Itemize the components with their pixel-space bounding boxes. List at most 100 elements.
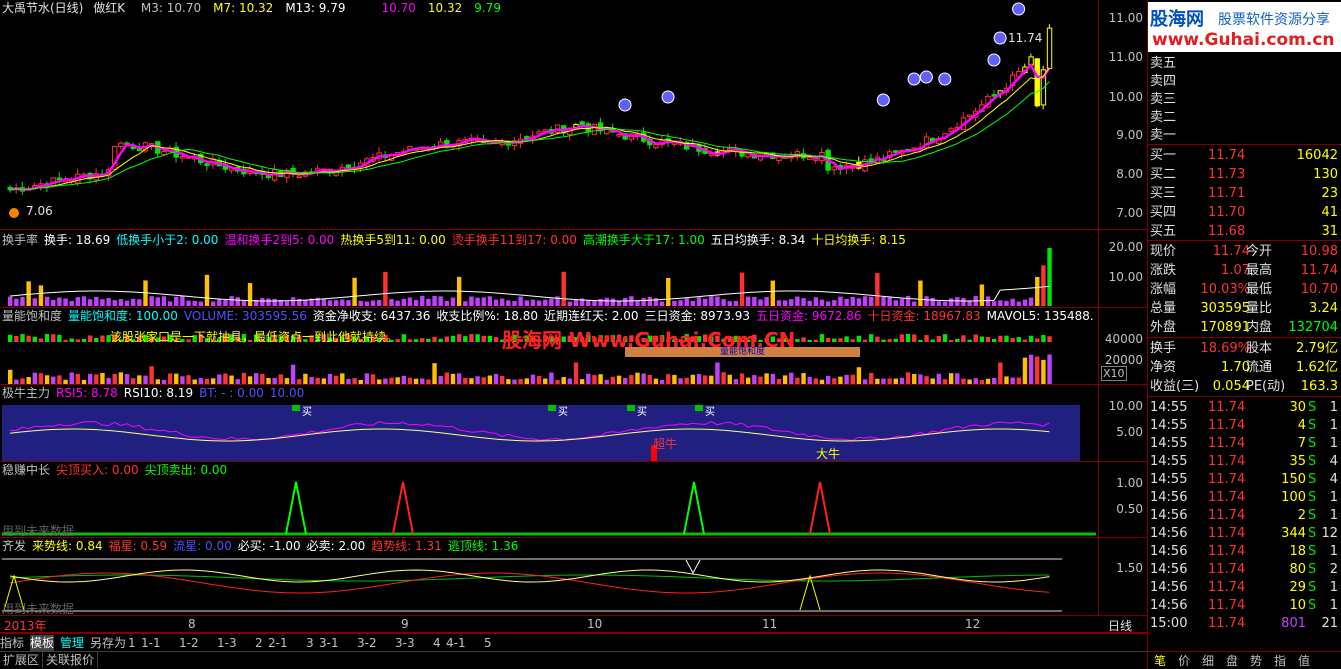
detail-tab-笔[interactable]: 笔 xyxy=(1154,653,1166,669)
detail-tab-盘[interactable]: 盘 xyxy=(1226,653,1238,669)
ma-value: M3: 10.70 xyxy=(140,1,202,15)
tab-模板[interactable]: 模板 xyxy=(30,635,55,651)
wz-spike xyxy=(809,481,831,535)
fund-bar xyxy=(893,338,898,342)
candle-body xyxy=(966,114,973,118)
face-icon xyxy=(919,70,933,84)
axis-tick: 8.00 xyxy=(1116,167,1143,181)
volume-bar xyxy=(727,374,732,384)
face-icon xyxy=(661,90,675,104)
candle-body xyxy=(118,142,124,148)
candle-body xyxy=(671,142,678,145)
turnover-bar xyxy=(44,296,50,306)
volume-bar xyxy=(746,377,751,384)
tab-1-2[interactable]: 1-2 xyxy=(179,635,199,651)
turnover-bar xyxy=(819,299,825,306)
tab-2-1[interactable]: 2-1 xyxy=(268,635,288,651)
x-axis: 2013年 8 9 10 11 12 日线 xyxy=(0,616,1147,633)
turnover-bar xyxy=(506,300,511,306)
detail-tab-指[interactable]: 指 xyxy=(1274,653,1286,669)
fund-bar xyxy=(844,336,849,342)
fund-bar xyxy=(973,334,978,342)
period-selector[interactable]: 日线 xyxy=(1108,617,1132,634)
axis-tick: 7.00 xyxy=(1116,206,1143,220)
turnover-panel[interactable]: 换手率 换手: 18.69 低换手小于2: 0.00 温和换手2到5: 0.00 热换手… xyxy=(0,230,1098,308)
fund-bar xyxy=(8,334,13,342)
extension-tab[interactable]: 扩展区 xyxy=(0,652,44,668)
fund-bar xyxy=(407,339,413,342)
volume-bar xyxy=(899,377,905,384)
turnover-bar xyxy=(217,298,222,306)
candle-body xyxy=(1034,58,1040,107)
volume-bar xyxy=(247,376,253,384)
kline-panel[interactable]: 大禹节水(日线) 做红K M3: 10.70 M7: 10.32 M13: 9.79… xyxy=(0,0,1098,230)
turnover-bar xyxy=(266,298,271,306)
candle-body xyxy=(616,133,622,137)
tab-4-1[interactable]: 4-1 xyxy=(446,635,466,651)
axis-tick: 11.00 xyxy=(1108,11,1143,25)
stock-title: 大禹节水(日线) xyxy=(2,1,84,15)
tab-指标[interactable]: 指标 xyxy=(0,635,24,651)
tab-3-2[interactable]: 3-2 xyxy=(357,635,377,651)
detail-tab-值[interactable]: 值 xyxy=(1298,653,1310,669)
volume-bar xyxy=(1022,357,1028,384)
volume-bar xyxy=(635,372,640,384)
volume-bar xyxy=(536,375,542,384)
turnover-bar xyxy=(340,299,345,306)
turnover-bar xyxy=(1041,265,1046,306)
turnover-bar xyxy=(641,298,646,306)
tab-3-1[interactable]: 3-1 xyxy=(319,635,339,651)
volume-bar xyxy=(696,374,702,384)
detail-tab-细[interactable]: 细 xyxy=(1202,653,1214,669)
tick-row: 14:56 11.74 2 S 1 xyxy=(1150,508,1338,523)
fund-bar xyxy=(401,334,406,342)
turnover-bar xyxy=(186,300,191,306)
tab-1[interactable]: 1 xyxy=(128,635,136,651)
turnover-bar xyxy=(598,298,603,306)
volume-panel[interactable]: 量能饱和度 量能饱和度: 100.00 VOLUME: 303595.56 资金净收支… xyxy=(0,308,1098,385)
rsi-panel[interactable]: 买 买 买 买 极牛主力 RSI5: 8.78 RSI10: 8.19 BT: - : 0.… xyxy=(0,385,1098,462)
x-label-year: 2013年 xyxy=(4,619,47,633)
turnover-bar xyxy=(567,301,573,306)
fund-bar xyxy=(69,338,74,342)
tab-3[interactable]: 3 xyxy=(306,635,314,651)
qf-panel[interactable]: 齐发 来势线: 0.84 福星: 0.59 流星: 0.00 必买: -1.00 必卖: … xyxy=(0,538,1098,616)
quote2-row: 收益(三) 0.054 PE(动) 163.3 xyxy=(1150,379,1338,394)
tab-1-3[interactable]: 1-3 xyxy=(217,635,237,651)
turnover-bar xyxy=(789,299,794,306)
wz-item: 稳赚中长 xyxy=(2,463,51,477)
tab-1-1[interactable]: 1-1 xyxy=(141,635,161,651)
volume-bar xyxy=(862,379,868,384)
volume-bar xyxy=(198,378,204,384)
tab-另存为[interactable]: 另存为 xyxy=(90,635,126,651)
candle-body xyxy=(179,155,186,159)
detail-tab-势[interactable]: 势 xyxy=(1250,653,1262,669)
volume-bar xyxy=(149,366,154,384)
fund-bar xyxy=(955,338,960,342)
fund-bar xyxy=(992,338,997,342)
turnover-bar xyxy=(905,295,911,306)
fund-bar xyxy=(87,335,93,342)
tab-3-3[interactable]: 3-3 xyxy=(395,635,415,651)
kline-chart[interactable] xyxy=(0,0,1098,230)
volume-bar xyxy=(469,378,474,384)
turnover-bar xyxy=(290,297,296,306)
tab-5[interactable]: 5 xyxy=(484,635,492,651)
wz-panel[interactable]: 稳赚中长 尖顶买入: 0.00 尖顶卖出: 0.00 用到未来数据 xyxy=(0,462,1098,538)
quote2-row: 换手 18.69% 股本 2.79亿 xyxy=(1150,341,1338,356)
volume-bar xyxy=(143,375,148,384)
turnover-bar xyxy=(100,299,105,306)
volume-bar xyxy=(887,378,892,384)
bull-label: 超牛 xyxy=(653,437,678,451)
volume-bar xyxy=(555,379,560,384)
rsi-item: 10.00 xyxy=(269,386,305,400)
tab-2[interactable]: 2 xyxy=(255,635,263,651)
logo-sub: 股票软件资源分享 xyxy=(1218,12,1330,28)
related-quote-tab[interactable]: 关联报价 xyxy=(43,652,99,668)
buy-row: 买三 11.71 23 xyxy=(1150,186,1338,201)
tab-4[interactable]: 4 xyxy=(433,635,441,651)
volume-bar xyxy=(561,377,566,384)
tick-row: 14:55 11.74 4 S 1 xyxy=(1150,418,1338,433)
detail-tab-价[interactable]: 价 xyxy=(1178,653,1190,669)
tab-管理[interactable]: 管理 xyxy=(60,635,84,651)
